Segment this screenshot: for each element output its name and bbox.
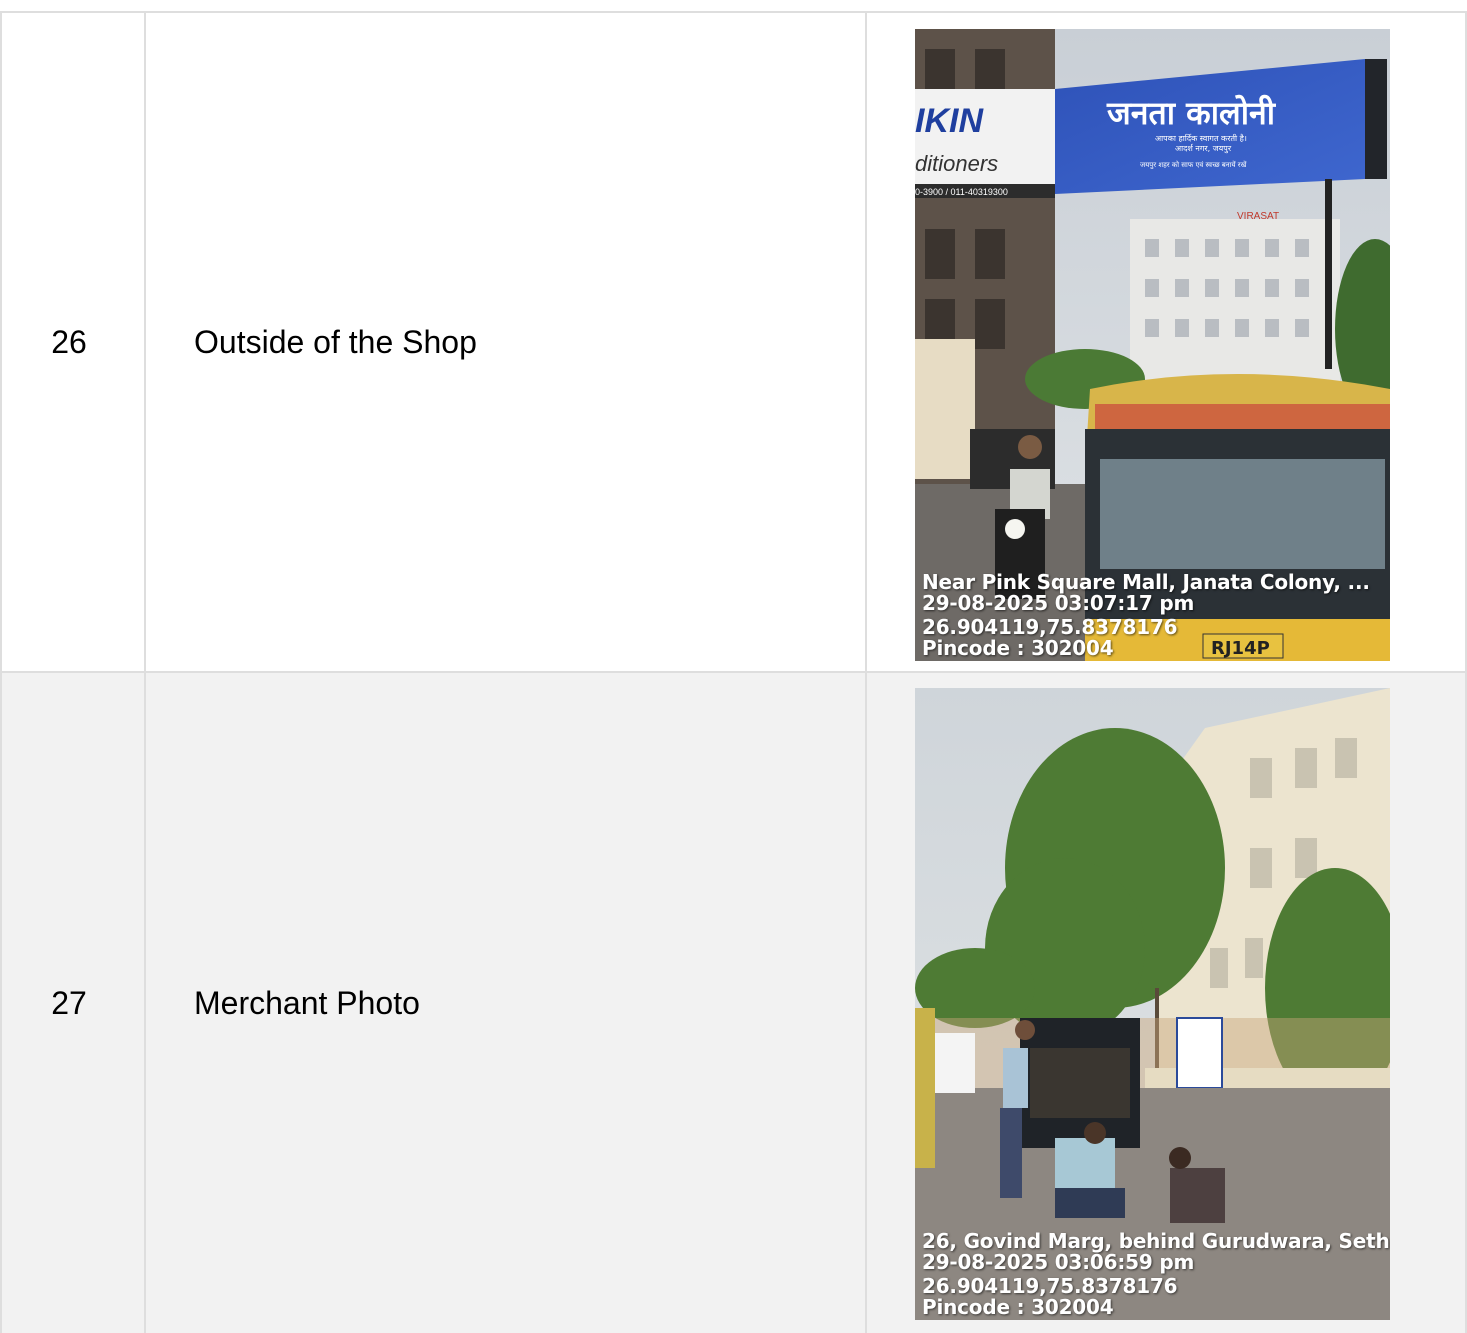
svg-text:0-3900 / 011-40319300: 0-3900 / 011-40319300 [915,187,1008,197]
svg-text:आदर्श नगर, जयपुर: आदर्श नगर, जयपुर [1175,143,1232,154]
stamp-pincode: Pincode : 302004 [922,636,1114,660]
row-number: 26 [51,323,87,360]
geo-stamp: Near Pink Square Mall, Janata Colony, ..… [922,572,1370,659]
merchant-photo[interactable]: 26, Govind Marg, behind Gurudwara, Sethi… [915,688,1390,1320]
row-label: Merchant Photo [194,984,420,1021]
row-label: Outside of the Shop [194,323,477,360]
photo-cell: 26, Govind Marg, behind Gurudwara, Sethi… [865,671,1467,1333]
geo-stamp: 26, Govind Marg, behind Gurudwara, Sethi… [922,1231,1390,1318]
stamp-datetime: 29-08-2025 03:06:59 pm [922,1250,1195,1274]
stamp-address: 26, Govind Marg, behind Gurudwara, Sethi… [922,1229,1390,1253]
street-photo-image: VIRASAT IKIN ditioners 0-3900 / 011-4031… [915,29,1390,661]
svg-text:जयपुर शहर को साफ एवं स्वच्छ बन: जयपुर शहर को साफ एवं स्वच्छ बनायें रखें [1140,160,1247,169]
photo-table: 26 Outside of the Shop VIRASAT IKIN diti… [0,11,1467,1333]
svg-text:VIRASAT: VIRASAT [1237,211,1279,222]
row-label-cell: Outside of the Shop [144,11,867,673]
svg-text:IKIN: IKIN [915,102,984,140]
row-number: 27 [51,984,87,1021]
stamp-coords: 26.904119,75.8378176 [922,615,1178,639]
merchant-photo-image [915,688,1390,1320]
row-number-cell: 26 [0,11,146,673]
svg-text:जनता कालोनी: जनता कालोनी [1106,94,1277,132]
stamp-pincode: Pincode : 302004 [922,1295,1114,1319]
stamp-address: Near Pink Square Mall, Janata Colony, ..… [922,570,1370,594]
svg-text:ditioners: ditioners [915,151,998,176]
street-photo[interactable]: VIRASAT IKIN ditioners 0-3900 / 011-4031… [915,29,1390,661]
table-row: 27 Merchant Photo 26, Govind Marg, behin… [0,671,1467,1333]
table-row: 26 Outside of the Shop VIRASAT IKIN diti… [0,11,1467,673]
stamp-datetime: 29-08-2025 03:07:17 pm [922,591,1195,615]
row-number-cell: 27 [0,671,146,1333]
row-label-cell: Merchant Photo [144,671,867,1333]
svg-text:आपका हार्दिक स्वागत करती है।: आपका हार्दिक स्वागत करती है। [1155,133,1247,143]
stamp-coords: 26.904119,75.8378176 [922,1274,1178,1298]
photo-cell: VIRASAT IKIN ditioners 0-3900 / 011-4031… [865,11,1467,673]
